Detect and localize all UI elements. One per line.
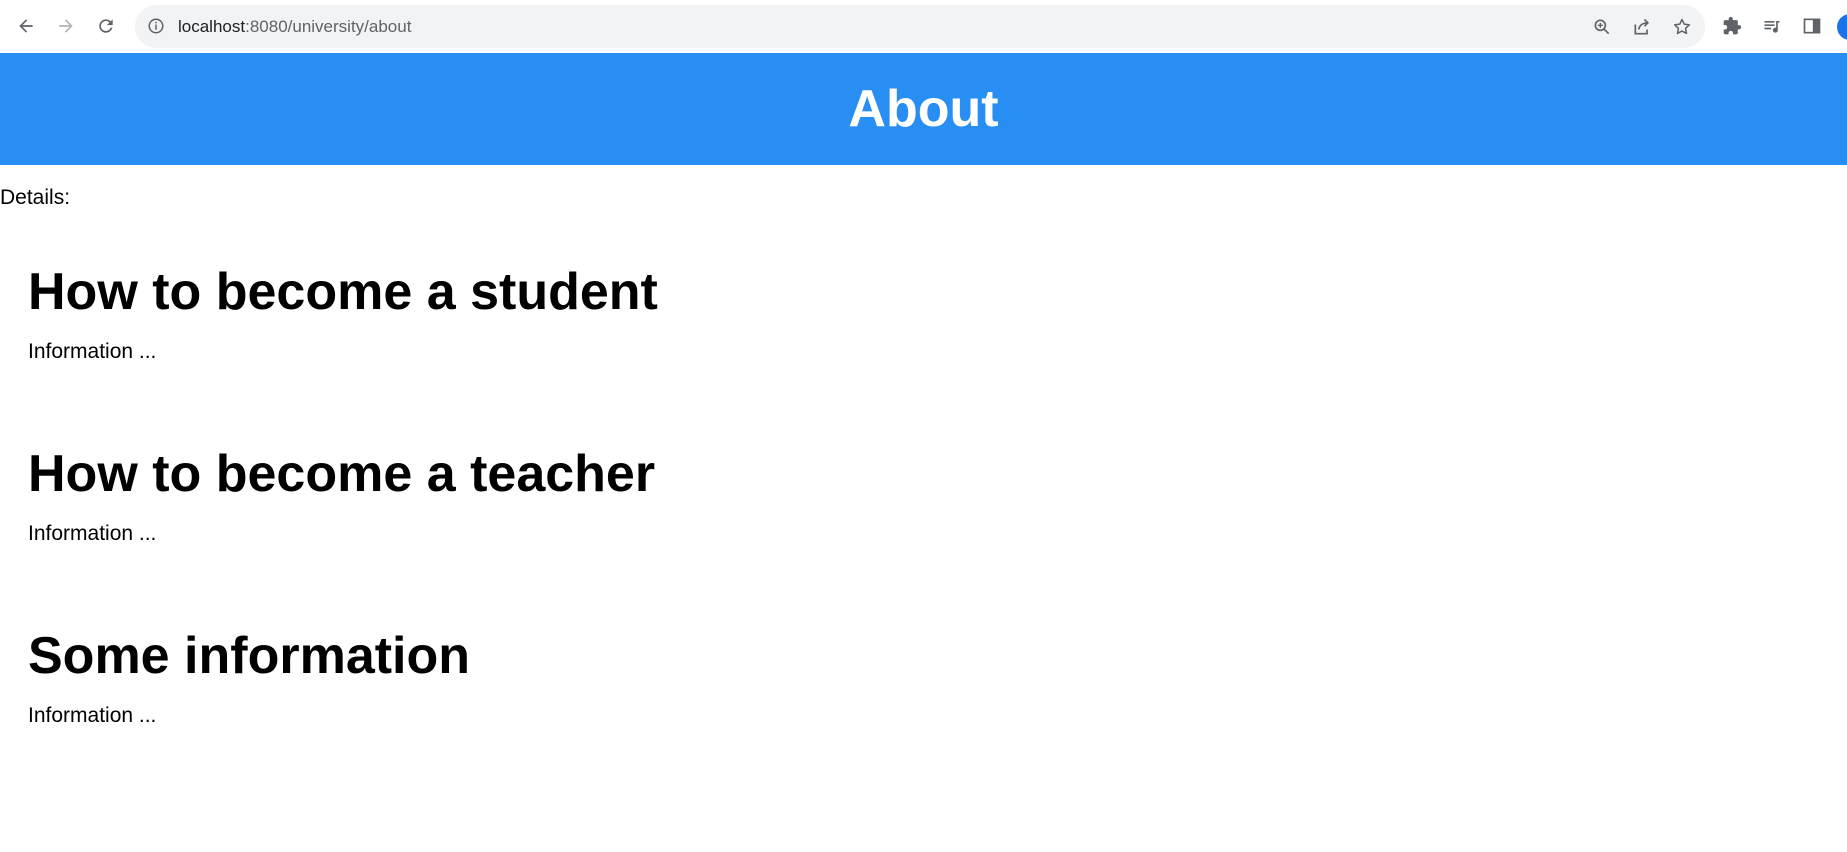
side-panel-icon xyxy=(1803,18,1821,34)
url-host: localhost xyxy=(178,17,246,36)
page-title: About xyxy=(848,80,999,138)
profile-avatar[interactable] xyxy=(1837,14,1847,40)
section-title: How to become a student xyxy=(28,263,658,321)
forward-button[interactable] xyxy=(50,10,82,42)
zoom-icon xyxy=(1594,19,1610,35)
section-body: Information ... xyxy=(28,340,157,363)
star-icon xyxy=(1673,18,1691,35)
address-bar[interactable]: localhost:8080/university/about xyxy=(135,5,1705,48)
arrow-right-icon xyxy=(59,19,73,33)
extensions-button[interactable] xyxy=(1720,14,1744,38)
reload-icon xyxy=(99,19,113,33)
section-body: Information ... xyxy=(28,704,157,727)
section-information: Some information Information ... xyxy=(28,626,470,728)
back-button[interactable] xyxy=(10,10,42,42)
url-path: :8080/university/about xyxy=(245,17,412,36)
puzzle-icon xyxy=(1723,16,1742,35)
browser-toolbar: localhost:8080/university/about xyxy=(0,0,1847,52)
section-title: Some information xyxy=(28,627,471,685)
media-button[interactable] xyxy=(1760,14,1784,38)
share-button[interactable] xyxy=(1631,16,1653,38)
section-teacher: How to become a teacher Information ... xyxy=(28,444,655,546)
reload-button[interactable] xyxy=(90,10,122,42)
info-icon[interactable] xyxy=(147,17,165,35)
url-text[interactable]: localhost:8080/university/about xyxy=(178,17,411,37)
page-header: About xyxy=(0,53,1847,165)
section-body: Information ... xyxy=(28,522,157,545)
side-panel-button[interactable] xyxy=(1800,14,1824,38)
share-icon xyxy=(1634,18,1650,35)
details-label: Details: xyxy=(0,186,71,209)
zoom-button[interactable] xyxy=(1591,16,1613,38)
arrow-left-icon xyxy=(19,19,33,33)
section-student: How to become a student Information ... xyxy=(28,262,658,364)
media-queue-icon xyxy=(1764,21,1780,33)
section-title: How to become a teacher xyxy=(28,445,656,503)
bookmark-button[interactable] xyxy=(1671,16,1693,38)
